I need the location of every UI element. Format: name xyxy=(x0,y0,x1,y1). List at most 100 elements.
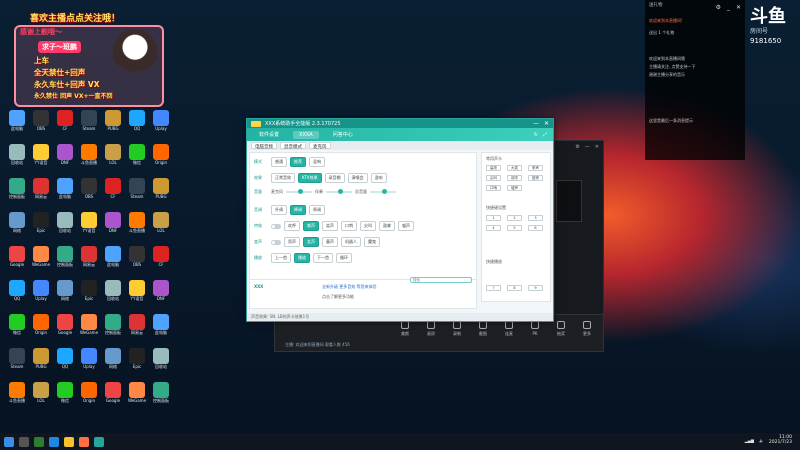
desktop-icon[interactable]: Epic xyxy=(28,212,54,242)
desktop-icon[interactable]: 网易云 xyxy=(124,314,150,344)
desktop-icon[interactable]: 斗鱼直播 xyxy=(76,144,102,174)
effect-button[interactable]: 正常音效 xyxy=(271,173,295,183)
subtab[interactable]: 电脑音频 xyxy=(251,142,277,150)
volume-icon[interactable]: 🔈 xyxy=(759,438,764,443)
toolbar-item[interactable]: 录制 xyxy=(445,321,469,337)
effect-button[interactable]: 上一首 xyxy=(271,253,291,263)
search-input[interactable]: 搜索 xyxy=(410,277,472,283)
desktop-icon[interactable]: OBS xyxy=(76,178,102,208)
slider-knob[interactable] xyxy=(338,189,343,194)
desktop-icon[interactable]: YY语音 xyxy=(28,144,54,174)
shortcut-cell[interactable]: 8 xyxy=(507,285,522,291)
desktop-icon[interactable]: 回收站 xyxy=(4,144,30,174)
start-icon[interactable] xyxy=(4,436,14,447)
desktop-icon[interactable]: YY语音 xyxy=(124,280,150,310)
desktop-icon[interactable]: 回收站 xyxy=(52,212,78,242)
effect-button[interactable]: 掌声 xyxy=(303,221,319,231)
desktop-icon[interactable]: 网易云 xyxy=(28,178,54,208)
taskview-icon[interactable] xyxy=(34,436,44,447)
shortcut-cell[interactable]: 3 xyxy=(528,215,543,221)
ad-banner[interactable]: XXX 全新升级 更多音效 等您来体验 点击了解更多功能 xyxy=(249,279,477,309)
effect-button[interactable]: 播放 xyxy=(294,253,310,263)
minimize-icon[interactable]: — xyxy=(533,120,539,127)
volume-slider[interactable] xyxy=(286,189,312,194)
effect-button[interactable]: 男声 xyxy=(284,237,300,247)
desktop-icon[interactable]: WeGame xyxy=(28,246,54,276)
desktop-icon[interactable]: 此电脑 xyxy=(148,314,174,344)
desktop-icon[interactable]: LOL xyxy=(148,212,174,242)
toolbar-item[interactable]: 美颜 xyxy=(393,321,417,337)
douyu-icon[interactable] xyxy=(79,436,89,447)
shortcut-cell[interactable]: 掌声 xyxy=(528,165,543,171)
toolbar-item[interactable]: 抽奖 xyxy=(549,321,573,337)
toolbar-item[interactable]: 连麦 xyxy=(497,321,521,337)
desktop-icon[interactable]: DNF xyxy=(100,212,126,242)
desktop-icon[interactable]: Steam xyxy=(124,178,150,208)
effect-button[interactable]: 童声 xyxy=(322,237,338,247)
desktop-icon[interactable]: CF xyxy=(100,178,126,208)
toolbar-item[interactable]: 截图 xyxy=(471,321,495,337)
minimize-icon[interactable]: — xyxy=(585,144,590,150)
desktop-icon[interactable]: Uplay xyxy=(28,280,54,310)
desktop-icon[interactable]: Steam xyxy=(76,110,102,140)
desktop-icon[interactable]: 此电脑 xyxy=(52,178,78,208)
desktop-icon[interactable]: 此电脑 xyxy=(4,110,30,140)
effect-button[interactable]: 尖叫 xyxy=(360,221,376,231)
shortcut-cell[interactable]: 欢呼 xyxy=(507,175,522,181)
shortcut-cell[interactable]: 鼓掌 xyxy=(528,175,543,181)
effect-button[interactable]: 混响 xyxy=(309,157,325,167)
desktop-icon[interactable]: Google xyxy=(4,246,30,276)
toolbar-item[interactable]: 画质 xyxy=(419,321,443,337)
desktop-icon[interactable]: Epic xyxy=(76,280,102,310)
slider-knob[interactable] xyxy=(298,189,303,194)
close-icon[interactable]: ✕ xyxy=(736,4,741,11)
desktop-icon[interactable]: CF xyxy=(52,110,78,140)
shortcut-cell[interactable]: 4 xyxy=(486,225,501,231)
shortcut-cell[interactable]: 7 xyxy=(486,285,501,291)
desktop-icon[interactable]: 网络 xyxy=(4,212,30,242)
desktop-icon[interactable]: 斗鱼直播 xyxy=(4,382,30,412)
effect-button[interactable]: 降调 xyxy=(290,205,306,215)
effect-button[interactable]: 循环 xyxy=(336,253,352,263)
effect-button[interactable]: 原调 xyxy=(309,205,325,215)
desktop-icon[interactable]: 回收站 xyxy=(100,280,126,310)
desktop-icon[interactable]: YY语音 xyxy=(76,212,102,242)
tab-main[interactable]: XXXA xyxy=(293,130,319,139)
desktop-icon[interactable]: PUBG xyxy=(148,178,174,208)
clock[interactable]: 11:00 2021/7/23 xyxy=(769,435,792,445)
shortcut-cell[interactable]: 高亮 xyxy=(486,165,501,171)
subtab[interactable]: 混音模式 xyxy=(280,142,306,150)
shortcut-cell[interactable]: 嘘声 xyxy=(507,185,522,191)
desktop-icon[interactable]: Origin xyxy=(76,382,102,412)
desktop-icon[interactable]: LOL xyxy=(28,382,54,412)
desktop-icon[interactable]: 网易云 xyxy=(76,246,102,276)
desktop-icon[interactable]: QQ xyxy=(52,348,78,378)
effect-button[interactable]: 升调 xyxy=(271,205,287,215)
shortcut-cell[interactable]: 6 xyxy=(528,225,543,231)
desktop-icon[interactable]: Google xyxy=(100,382,126,412)
effect-button[interactable]: 欢呼 xyxy=(284,221,300,231)
desktop-icon[interactable]: QQ xyxy=(4,280,30,310)
desktop-icon[interactable]: Uplay xyxy=(148,110,174,140)
close-icon[interactable]: ✕ xyxy=(595,144,599,150)
desktop-icon[interactable]: Uplay xyxy=(76,348,102,378)
effect-button[interactable]: 推荐 xyxy=(290,157,306,167)
desktop-icon[interactable]: 网络 xyxy=(52,280,78,310)
desktop-icon[interactable]: WeGame xyxy=(76,314,102,344)
minimize-icon[interactable]: _ xyxy=(727,4,730,11)
volume-slider[interactable] xyxy=(370,189,396,194)
desktop-icon[interactable]: QQ xyxy=(124,110,150,140)
shortcut-cell[interactable]: 2 xyxy=(507,215,522,221)
shortcut-cell[interactable]: 大笑 xyxy=(507,165,522,171)
effect-button[interactable]: 魔鬼 xyxy=(364,237,380,247)
desktop-icon[interactable]: LOL xyxy=(100,144,126,174)
subtab[interactable]: 麦克风 xyxy=(309,142,331,150)
effect-button[interactable]: 笑声 xyxy=(322,221,338,231)
toggle-switch[interactable] xyxy=(271,239,281,245)
refresh-icon[interactable]: ↻ xyxy=(534,132,538,138)
effect-button[interactable]: 鼓掌 xyxy=(379,221,395,231)
search-icon[interactable] xyxy=(19,436,29,447)
settings-icon[interactable]: ⚙ xyxy=(716,4,721,11)
desktop-icon[interactable]: 控制面板 xyxy=(4,178,30,208)
volume-slider[interactable] xyxy=(326,189,352,194)
